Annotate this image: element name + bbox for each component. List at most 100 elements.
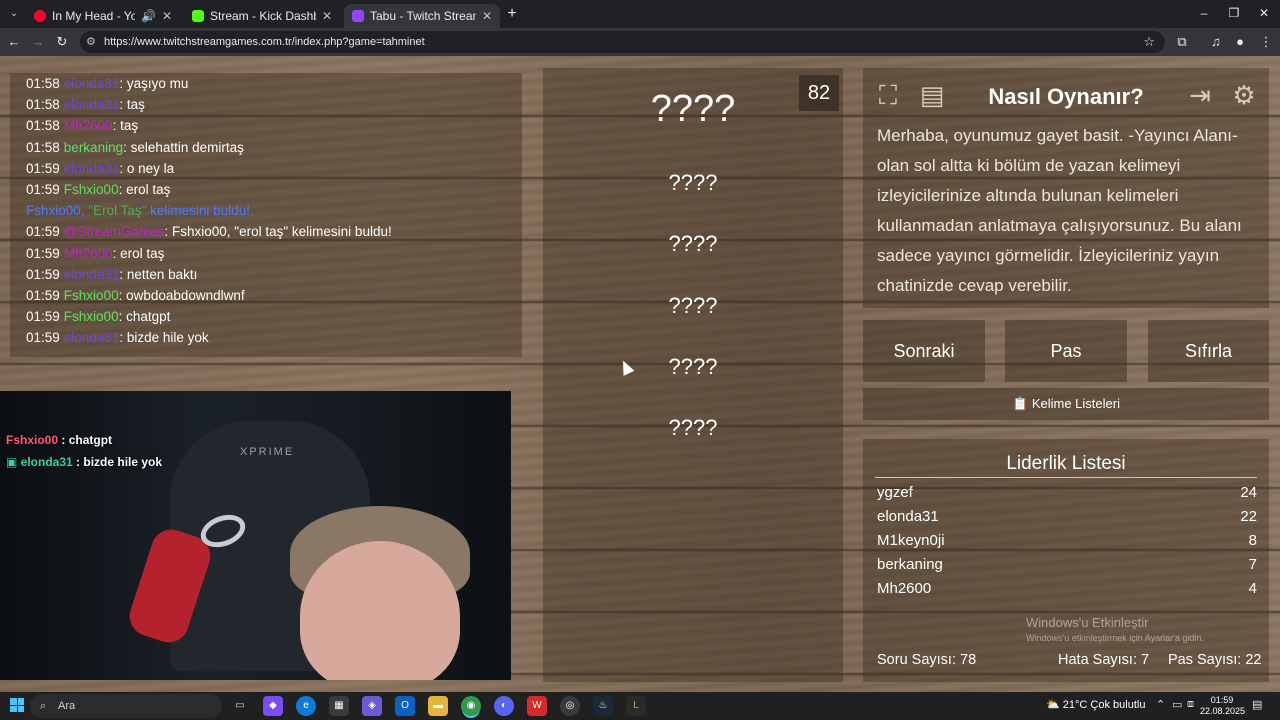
player-name: elonda31 [877,508,939,525]
chat-message: : Fshxio00, "erol taş" kelimesini buldu! [164,224,392,240]
chat-line: 01:58 Mh2600: taş [26,115,522,136]
logout-icon[interactable]: ⇥ [1183,78,1217,112]
webcam-chat-text: : bizde hile yok [72,455,163,469]
tab-title: In My Head - YouTube Mus [52,9,135,23]
steam-icon[interactable]: ♨ [593,696,613,716]
webcam-chat-user: Fshxio00 [6,433,59,447]
chat-line: 01:59 Fshxio00: erol taş [26,179,522,200]
taboo-word: ???? [668,354,718,379]
error-count: Hata Sayısı: 7 [1058,652,1150,668]
webcam-chat-text: : chatgpt [58,433,113,447]
league-icon[interactable]: L [626,696,646,716]
back-icon[interactable]: ← [6,34,22,49]
chat-username[interactable]: Fshxio00 [64,288,119,303]
taskbar-search[interactable]: ⌕ Ara [30,694,222,718]
player-score: 4 [1248,580,1257,597]
chat-message: : selehattin demirtaş [123,139,244,155]
outlook-icon[interactable]: O [395,696,415,716]
network-icon[interactable]: ⧈ [1187,698,1194,711]
start-icon[interactable] [10,698,24,712]
chat-username[interactable]: elonda31 [64,161,120,176]
chat-username[interactable]: Fshxio00 [64,182,119,197]
chrome-icon[interactable]: ◉ [461,696,481,716]
webcam-chat-line: Fshxio00 : chatgpt [6,433,112,447]
webcam-chat-user: elonda31 [20,455,73,469]
word-lists-button[interactable]: 📋 Kelime Listeleri [863,388,1269,420]
copilot-icon[interactable]: ◆ [263,696,283,716]
tab-kick-dashboard[interactable]: Stream - Kick Dashboard ✕ [184,4,340,28]
chat-line: 01:58 berkaning: selehattin demirtaş [26,137,522,158]
reload-icon[interactable]: ↻ [54,34,70,50]
player-score: 8 [1248,532,1257,549]
reset-button[interactable]: Sıfırla [1148,320,1269,382]
taskbar-search-label: Ara [58,700,76,712]
leaderboard-row: elonda31 22 [877,508,1257,532]
kick-favicon-icon [192,10,204,22]
tab-tabu-twitch-stream-games[interactable]: Tabu - Twitch Stream Games ✕ [344,4,500,28]
tray-chevron-icon[interactable]: ⌃ [1156,698,1165,711]
chat-message: : o ney la [119,160,175,176]
chat-badge-icon: ▣ [6,455,21,469]
leaderboard-row: berkaning 7 [877,556,1257,580]
pass-button[interactable]: Pas [1005,320,1127,382]
chat-line: 01:59 @StreamGames: Fshxio00, "erol taş" … [26,221,522,242]
player-name: berkaning [877,556,943,573]
restore-icon[interactable]: ❐ [1224,6,1244,20]
discord-icon[interactable]: ◐ [494,696,514,716]
next-button[interactable]: Sonraki [863,320,985,382]
chat-username[interactable]: @StreamGames [64,224,165,239]
chat-log: 01:58 elonda31: yaşıyo mu 01:58 elonda31: t… [10,73,522,357]
media-controls-icon[interactable]: ♫ [1208,34,1224,49]
player-name: ygzef [877,484,913,501]
chat-username[interactable]: elonda31 [64,330,120,345]
notification-icon[interactable]: ▤ [1252,698,1262,711]
new-tab-icon[interactable]: + [504,5,520,23]
chat-time: 01:58 [26,97,60,113]
chat-username[interactable]: Mh2600 [64,246,113,261]
close-tab-icon[interactable]: ✕ [482,9,492,23]
word-card: 82 ???? ???? ???? ???? ???? ???? [543,68,843,682]
file-explorer-icon[interactable]: ▬ [428,696,448,716]
profile-avatar-icon[interactable]: ● [1232,34,1248,49]
clock-date: 22.08.2025 [1200,706,1246,716]
taskbar-clock[interactable]: 01:59 22.08.2025 [1200,695,1246,717]
chat-time: 01:58 [26,118,60,134]
site-info-icon[interactable]: ⚙ [86,35,96,48]
chair-brand: XPRIME [240,446,295,458]
forward-icon[interactable]: → [30,34,46,49]
url-field[interactable]: ⚙ https://www.twitchstreamgames.com.tr/i… [80,31,1165,53]
extensions-icon[interactable]: ⧉ [1174,34,1190,50]
m365-icon[interactable]: ◈ [362,696,382,716]
store-icon[interactable]: ▦ [329,696,349,716]
chat-message: : chatgpt [118,309,171,325]
close-window-icon[interactable]: ✕ [1254,6,1274,20]
close-tab-icon[interactable]: ✕ [162,9,172,23]
tab-search-icon[interactable]: ⌄ [6,6,22,22]
speaker-icon[interactable]: 🔊 [141,9,156,23]
display-icon[interactable]: ▭ [1172,698,1182,711]
chat-username[interactable]: elonda31 [64,76,120,91]
chat-username[interactable]: Mh2600 [64,118,113,133]
minimize-icon[interactable]: – [1194,6,1214,20]
leaderboard: Liderlik Listesi ygzef 24 elonda31 22 M1ke… [863,439,1269,682]
edge-icon[interactable]: e [296,696,316,716]
chat-line: 01:58 elonda31: taş [26,94,522,115]
bandicam-icon[interactable]: W [527,696,547,716]
chat-username[interactable]: elonda31 [64,97,120,112]
gear-icon[interactable]: ⚙ [1227,78,1261,112]
tab-title: Tabu - Twitch Stream Games [370,9,476,23]
tab-youtube-music[interactable]: In My Head - YouTube Mus 🔊 ✕ [26,4,180,28]
chat-username[interactable]: Fshxio00 [64,309,119,324]
close-tab-icon[interactable]: ✕ [322,9,332,23]
chat-username[interactable]: elonda31 [64,267,120,282]
chat-line: 01:59 elonda31: bizde hile yok [26,327,522,348]
browser-menu-icon[interactable]: ⋮ [1258,34,1274,50]
chat-lines: 01:58 elonda31: yaşıyo mu 01:58 elonda31: t… [26,73,522,348]
chat-message: : bizde hile yok [119,330,209,346]
chat-username[interactable]: berkaning [64,140,123,155]
weather-widget[interactable]: ⛅ 21°C Çok bulutlu [1046,698,1145,711]
task-view-icon[interactable]: ▭ [230,696,250,716]
obs-icon[interactable]: ◎ [560,696,580,716]
bookmark-star-icon[interactable]: ☆ [1143,34,1155,50]
taboo-word: ???? [668,170,718,195]
